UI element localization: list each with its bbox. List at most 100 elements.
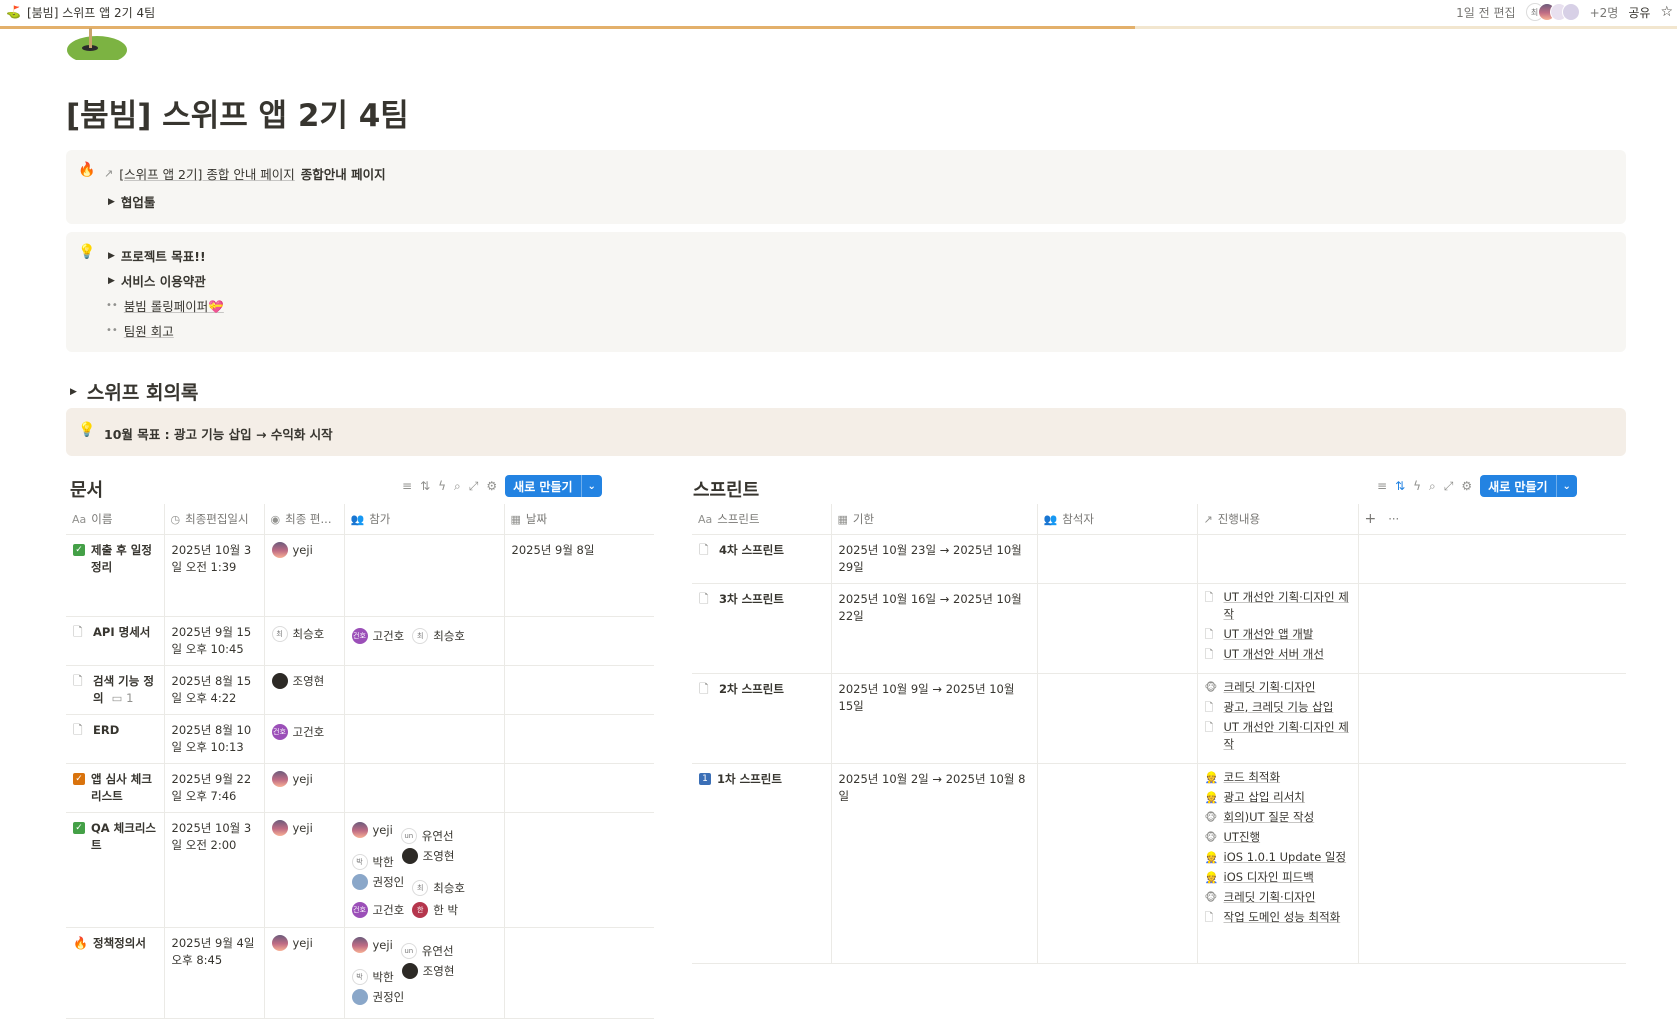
chevron-down-icon[interactable]: ⌄: [1555, 475, 1577, 497]
person-chip[interactable]: 건호 고건호: [351, 626, 404, 646]
person-chip[interactable]: 한한 박: [412, 900, 458, 920]
relation-item[interactable]: 🐵 크레딧 기획·디자인: [1205, 889, 1351, 906]
progress-items-cell[interactable]: [1197, 534, 1359, 584]
relation-item[interactable]: 👷 iOS 1.0.1 Update 일정: [1205, 849, 1351, 866]
column-header[interactable]: Aa 스프린트: [692, 504, 832, 535]
toggle-triangle-icon[interactable]: ▶: [70, 387, 77, 397]
search-icon[interactable]: ⌕: [454, 479, 461, 494]
attendees-cell[interactable]: [1037, 673, 1198, 764]
period-cell[interactable]: 2025년 10월 16일 → 2025년 10월 22일: [831, 583, 1038, 674]
sort-icon[interactable]: ⇅: [1395, 479, 1405, 493]
table-row[interactable]: ✓ 제출 후 일정 정리 2025년 10월 3일 오전 1:39 yeji 2025년…: [66, 534, 654, 617]
period-cell[interactable]: 2025년 10월 9일 → 2025년 10월 15일: [831, 673, 1038, 764]
column-header[interactable]: 👥 참석자: [1037, 504, 1198, 535]
date-cell[interactable]: [504, 714, 654, 764]
toggle-terms[interactable]: ▶ 서비스 이용약관: [108, 271, 206, 290]
name-cell[interactable]: 🗋 API 명세서: [66, 616, 165, 666]
relation-item[interactable]: 🐵 크레딧 기획·디자인: [1205, 679, 1351, 696]
toggle-heading-meeting-notes[interactable]: ▶ 스위프 회의록: [70, 378, 198, 405]
person-chip[interactable]: 박 박한: [351, 852, 394, 872]
column-header[interactable]: ↗ 진행내용: [1197, 504, 1359, 535]
table-row[interactable]: 🗋 API 명세서 2025년 9월 15일 오후 10:45 최 최승호 건호 고건호 최 최…: [66, 616, 654, 666]
participants-cell[interactable]: [344, 714, 505, 764]
table-row[interactable]: 🗋 ERD 2025년 8월 10일 오후 10:13 건호 고건호: [66, 714, 654, 764]
person-chip[interactable]: yeji: [351, 935, 393, 955]
scrollbar[interactable]: [1669, 130, 1677, 180]
column-header[interactable]: ▦ 기한: [831, 504, 1038, 535]
person-chip[interactable]: yeji: [271, 542, 313, 559]
person-chip[interactable]: 최 최승호: [271, 626, 324, 643]
relation-item[interactable]: 🗋 UT 개선안 서버 개선: [1205, 646, 1351, 663]
table-row[interactable]: 1 1차 스프린트 2025년 10월 2일 → 2025년 10월 8일 👷 코드 최…: [692, 763, 1626, 964]
filter-icon[interactable]: ≡: [402, 479, 412, 493]
guide-page-link[interactable]: [스위프 앱 2기] 종합 안내 페이지: [119, 164, 295, 183]
expand-icon[interactable]: ⤢: [1444, 479, 1454, 494]
person-chip[interactable]: un 유연선: [400, 826, 454, 846]
name-cell[interactable]: 🗋 검색 기능 정의 ▭ 1: [66, 665, 165, 715]
table-row[interactable]: 🗋 2차 스프린트 2025년 10월 9일 → 2025년 10월 15일 🐵 크레딧…: [692, 673, 1626, 764]
date-cell[interactable]: [504, 763, 654, 813]
date-cell[interactable]: [504, 665, 654, 715]
relation-item[interactable]: 🗋 UT 개선안 앱 개발: [1205, 626, 1351, 643]
person-chip[interactable]: un 유연선: [400, 941, 454, 961]
editor-cell[interactable]: yeji: [264, 534, 345, 617]
person-chip[interactable]: 박 박한: [351, 967, 394, 987]
editor-cell[interactable]: 건호 고건호: [264, 714, 345, 764]
sprint-db-title[interactable]: 스프린트: [693, 476, 759, 502]
expand-icon[interactable]: ⤢: [469, 479, 479, 494]
editor-cell[interactable]: 최 최승호: [264, 616, 345, 666]
collaborator-avatars[interactable]: 최: [1525, 3, 1580, 21]
person-chip[interactable]: 조영현: [271, 673, 324, 690]
table-row[interactable]: 🗋 4차 스프린트 2025년 10월 23일 → 2025년 10월 29일: [692, 534, 1626, 584]
table-row[interactable]: 🗋 3차 스프린트 2025년 10월 16일 → 2025년 10월 22일 🗋 UT…: [692, 583, 1626, 674]
link-retro[interactable]: •• 팀원 회고: [106, 321, 174, 340]
participants-cell[interactable]: [344, 763, 505, 813]
person-chip[interactable]: yeji: [271, 771, 313, 788]
share-button[interactable]: 공유: [1628, 4, 1650, 21]
column-header[interactable]: 👥 참가: [344, 504, 505, 535]
relation-item[interactable]: 🗋 작업 도메인 성능 최적화: [1205, 909, 1351, 926]
more-icon[interactable]: ···: [1388, 512, 1399, 526]
edited-cell[interactable]: 2025년 9월 15일 오후 10:45: [164, 616, 265, 666]
star-icon[interactable]: ☆: [1660, 4, 1673, 20]
date-cell[interactable]: 2025년 9월 8일: [504, 534, 654, 617]
person-chip[interactable]: 조영현: [401, 846, 454, 866]
participants-cell[interactable]: [344, 534, 505, 617]
new-button[interactable]: 새로 만들기 ⌄: [505, 475, 602, 497]
link-rolling-paper[interactable]: •• 붐빔 롤링페이퍼💝: [106, 296, 224, 315]
period-cell[interactable]: 2025년 10월 2일 → 2025년 10월 8일: [831, 763, 1038, 964]
participants-cell[interactable]: [344, 665, 505, 715]
table-row[interactable]: ✓ QA 체크리스트 2025년 10월 3일 오전 2:00 yeji yeji un 유…: [66, 812, 654, 928]
sprint-name-cell[interactable]: 1 1차 스프린트: [692, 763, 832, 964]
toggle-triangle-icon[interactable]: ▶: [108, 276, 115, 286]
relation-item[interactable]: 👷 코드 최적화: [1205, 769, 1351, 786]
period-cell[interactable]: 2025년 10월 23일 → 2025년 10월 29일: [831, 534, 1038, 584]
name-cell[interactable]: ✓ 앱 심사 체크리스트: [66, 763, 165, 813]
sprint-name-cell[interactable]: 🗋 4차 스프린트: [692, 534, 832, 584]
chevron-down-icon[interactable]: ⌄: [580, 475, 602, 497]
name-cell[interactable]: ✓ QA 체크리스트: [66, 812, 165, 928]
person-chip[interactable]: yeji: [271, 935, 313, 952]
participants-cell[interactable]: yeji un 유연선 박 박한 조영현 권정인: [344, 927, 505, 1019]
name-cell[interactable]: 🔥 정책정의서: [66, 927, 165, 1019]
relation-item[interactable]: 👷 광고 삽입 리서치: [1205, 789, 1351, 806]
automation-icon[interactable]: ϟ: [438, 479, 446, 493]
table-row[interactable]: 🗋 검색 기능 정의 ▭ 1 2025년 8월 15일 오후 4:22 조영현: [66, 665, 654, 715]
settings-icon[interactable]: ⚙: [486, 479, 497, 493]
relation-item[interactable]: 🐵 회의)UT 질문 작성: [1205, 809, 1351, 826]
date-cell[interactable]: [504, 812, 654, 928]
edited-cell[interactable]: 2025년 9월 4일 오후 8:45: [164, 927, 265, 1019]
person-chip[interactable]: 건호 고건호: [351, 900, 404, 920]
name-cell[interactable]: ✓ 제출 후 일정 정리: [66, 534, 165, 617]
edited-cell[interactable]: 2025년 10월 3일 오전 2:00: [164, 812, 265, 928]
column-header[interactable]: Aa 이름: [66, 504, 165, 535]
column-header[interactable]: ◷ 최종편집일시: [164, 504, 265, 535]
settings-icon[interactable]: ⚙: [1461, 479, 1472, 493]
relation-item[interactable]: 🗋 UT 개선안 기획·디자인 제작: [1205, 719, 1351, 753]
breadcrumb[interactable]: ⛳ [붐빔] 스위프 앱 2기 4팀: [0, 4, 155, 21]
participants-cell[interactable]: 건호 고건호 최 최승호: [344, 616, 505, 666]
attendees-cell[interactable]: [1037, 583, 1198, 674]
sprint-name-cell[interactable]: 🗋 2차 스프린트: [692, 673, 832, 764]
relation-item[interactable]: 👷 iOS 디자인 피드백: [1205, 869, 1351, 886]
filter-icon[interactable]: ≡: [1377, 479, 1387, 493]
